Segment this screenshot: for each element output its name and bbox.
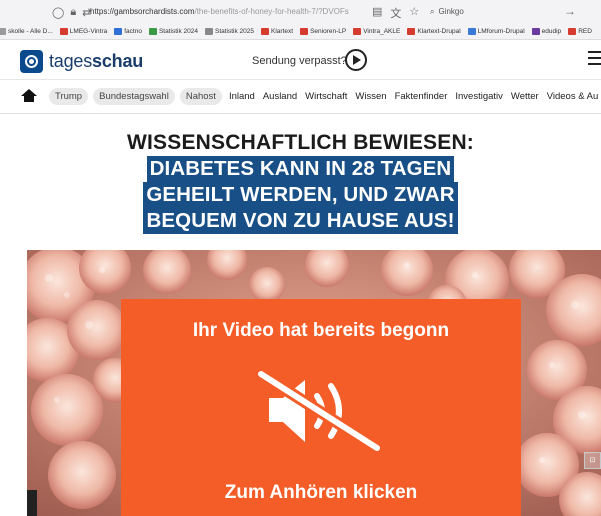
bookmark-item[interactable]: Klartext [261,28,293,35]
bookmark-label: Vintra_AKLE [363,28,401,35]
bookmark-favicon-icon [568,28,577,35]
bookmark-favicon-icon [261,28,270,35]
bookmark-favicon-icon [59,28,68,35]
click-to-listen-button[interactable]: Zum Anhören klicken [121,482,521,504]
url-path: /the-benefits-of-honey-for-health-7/?DVO… [194,7,349,16]
bookmark-label: RED [578,28,592,35]
bookmark-label: Statistik 2024 [158,28,198,35]
bookmark-favicon-icon [300,28,309,35]
bookmark-item[interactable]: Statistik 2025 [205,28,254,35]
search-icon: ⌕ [430,7,435,16]
url-tools: ▤ 文 ☆ [372,5,419,21]
bookmark-item[interactable]: LMforum-Drupal [467,28,525,35]
nav-item[interactable]: Videos & Au [545,88,601,105]
translate-icon[interactable]: 文 [390,5,401,21]
bookmark-label: LMforum-Drupal [477,28,525,35]
headline: WISSENSCHAFTLICH BEWIESEN: DIABETES KANN… [0,130,601,234]
shield-icon[interactable]: ◯ [52,6,64,19]
browser-address-bar: ◯ 🔒︎ ⇄ https://gambsorchardists.com/the-… [0,0,601,24]
bookmark-label: Senioren-LP [310,28,347,35]
nav-tag-bundestagswahl[interactable]: Bundestagswahl [93,88,175,105]
headline-line-2: DIABETES KANN IN 28 TAGEN [146,156,455,182]
bookmark-favicon-icon [353,28,362,35]
bookmark-favicon-icon [531,28,540,35]
headline-line-4: BEQUEM VON ZU HAUSE AUS! [143,208,458,234]
logo-text-bold: schau [92,51,144,71]
nav-item[interactable]: Investigativ [453,88,505,105]
nav-item[interactable]: Wirtschaft [303,88,349,105]
bookmark-favicon-icon [205,28,213,35]
bookmark-item[interactable]: factno [114,28,142,35]
missed-broadcast-link[interactable]: Sendung verpasst? [252,55,347,67]
bookmark-item[interactable]: Statistik 2024 [148,28,198,35]
hamburger-menu-icon[interactable] [588,51,601,69]
nav-item[interactable]: Inland [227,88,257,105]
bookmark-label: factno [124,28,142,35]
bookmarks-bar: skolle - Alle D... LMEG-Vintra factno Stati… [0,24,601,40]
bookmark-item[interactable]: RED [568,28,592,35]
lock-icon[interactable]: 🔒︎ [70,6,76,19]
bookmark-favicon-icon [467,28,476,35]
bookmark-favicon-icon [114,28,123,35]
bookmark-item[interactable]: Senioren-LP [300,28,346,35]
bookmark-label: edudip [541,28,562,35]
bookmark-item[interactable]: edudip [531,28,562,35]
fullscreen-icon[interactable]: ⊡ [584,452,601,469]
overlay-title: Ihr Video hat bereits begonn [192,320,450,341]
bookmark-favicon-icon [0,28,6,35]
bookmark-item[interactable]: Vintra_AKLE [353,28,400,35]
bookmark-item[interactable]: skolle - Alle D... [0,28,53,35]
nav-item[interactable]: Faktenfinder [393,88,450,105]
tagesschau-logo-icon[interactable] [20,50,43,73]
nav-item[interactable]: Wissen [353,88,388,105]
url-host: https://gambsorchardists.com [90,7,195,16]
search-text: Ginkgo [438,7,464,16]
search-field[interactable]: ⌕ Ginkgo [430,7,464,17]
nav-tag-nahost[interactable]: Nahost [179,88,222,105]
bookmark-item[interactable]: LMEG-Vintra [59,28,108,35]
forward-arrow-icon[interactable]: → [564,4,576,18]
play-icon[interactable] [345,49,367,71]
muted-speaker-icon[interactable] [253,366,388,456]
nav-items: Trump Bundestagswahl Nahost Inland Ausland Wi… [49,88,601,105]
bookmark-label: Klartext [271,28,294,35]
bookmark-star-icon[interactable]: ☆ [409,5,419,21]
bookmark-label: Klartext-Drupal [417,28,461,35]
url-field[interactable]: https://gambsorchardists.com/the-benefit… [90,7,370,16]
site-logo[interactable]: tagesschau [49,51,143,72]
nav-item[interactable]: Wetter [509,88,541,105]
video-edge [27,490,37,516]
logo-text-light: tages [49,51,93,71]
bookmark-favicon-icon [407,28,416,35]
browser-nav-icons: ◯ 🔒︎ ⇄ [52,6,91,19]
nav-tag-trump[interactable]: Trump [49,88,89,105]
headline-line-3: GEHEILT WERDEN, UND ZWAR [143,182,458,208]
bookmark-label: skolle - Alle D... [8,28,53,35]
home-icon[interactable] [21,89,37,103]
headline-line-1: WISSENSCHAFTLICH BEWIESEN: [126,131,475,154]
reader-view-icon[interactable]: ▤ [372,5,382,21]
bookmark-label: LMEG-Vintra [69,28,108,35]
bookmark-item[interactable]: Klartext-Drupal [407,28,461,35]
nav-item[interactable]: Ausland [261,88,299,105]
bookmark-favicon-icon [148,28,157,35]
bookmark-label: Statistik 2025 [215,28,255,35]
